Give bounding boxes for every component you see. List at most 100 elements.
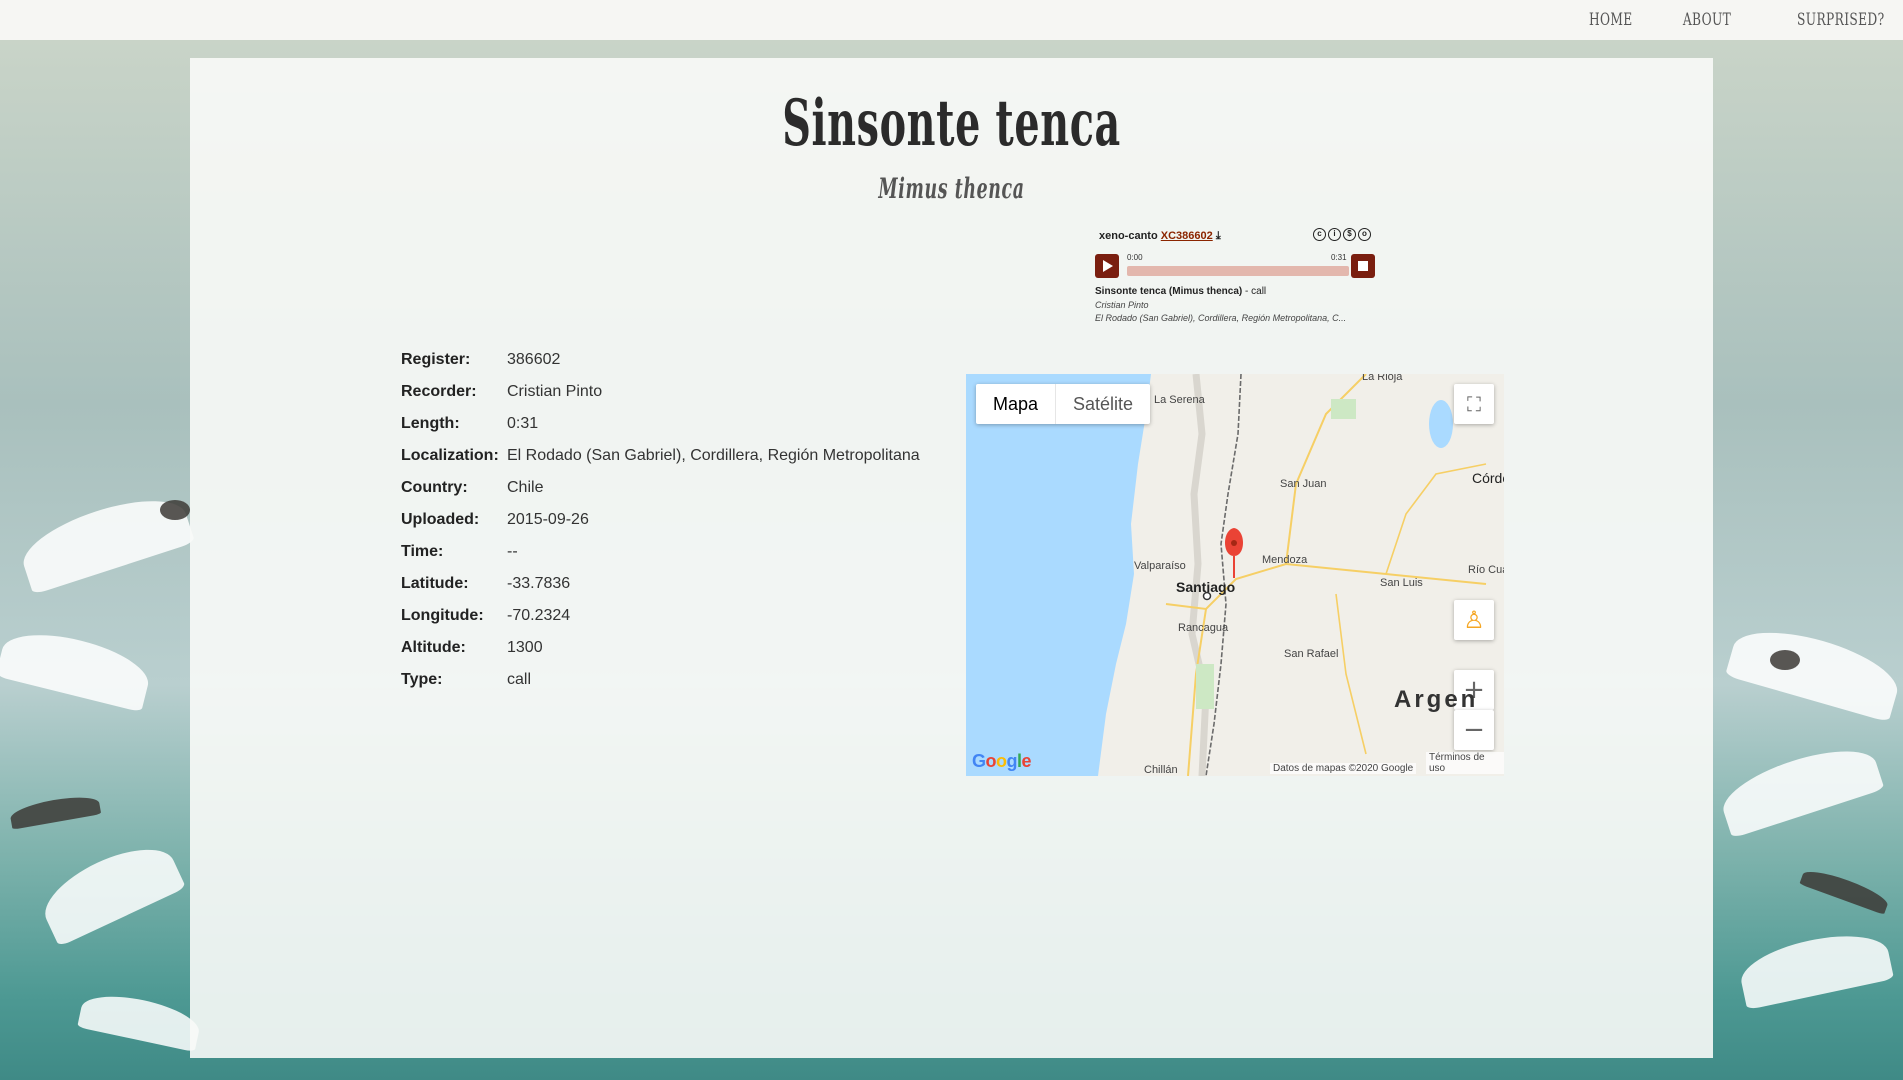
detail-value: -33.7836 — [507, 575, 571, 592]
detail-row-length: Length: 0:31 — [401, 408, 920, 440]
bird-shape — [1799, 865, 1891, 915]
map-country-label: Argenn — [1394, 686, 1504, 714]
map-city-label: La Serena — [1154, 394, 1205, 406]
border-line — [1205, 374, 1242, 776]
bird-shape — [33, 833, 187, 947]
detail-label: Recorder: — [401, 383, 477, 400]
detail-label: Altitude: — [401, 639, 466, 656]
player-type: - call — [1242, 286, 1267, 297]
detail-row-longitude: Longitude: -70.2324 — [401, 600, 920, 632]
content-panel: Sinsonte tenca Mimus thenca xeno-canto X… — [190, 58, 1713, 1058]
map-city-label: San Rafael — [1284, 648, 1339, 660]
mountain-ridge — [1188, 374, 1210, 776]
zoom-out-button[interactable]: − — [1454, 710, 1494, 750]
street-view-pegman-icon[interactable]: ♙ — [1454, 600, 1494, 640]
player-catalog-link[interactable]: XC386602 — [1161, 230, 1213, 242]
by-icon: i — [1328, 228, 1341, 241]
bird-shape — [1735, 925, 1895, 1010]
bird-shape — [1770, 650, 1800, 670]
player-progress-bar[interactable] — [1127, 266, 1349, 276]
stop-button[interactable] — [1351, 254, 1375, 278]
bird-shape — [1715, 736, 1885, 839]
map-city-label: San Luis — [1380, 577, 1423, 589]
map-terms-link[interactable]: Términos de uso — [1426, 752, 1504, 774]
license-icons[interactable]: c i $ o — [1313, 228, 1371, 241]
map-type-map-button[interactable]: Mapa — [976, 384, 1055, 424]
location-map[interactable]: Mapa Satélite ⛶ ♙ + − La Serena La Rioja… — [966, 374, 1504, 776]
play-button[interactable] — [1095, 254, 1119, 278]
species-scientific-name: Mimus thenca — [878, 172, 1025, 205]
map-attribution: Datos de mapas ©2020 Google — [1270, 763, 1417, 774]
player-time-start: 0:00 — [1127, 253, 1143, 262]
bird-shape — [8, 792, 102, 830]
detail-row-recorder: Recorder: Cristian Pinto — [401, 376, 920, 408]
player-location: El Rodado (San Gabriel), Cordillera, Reg… — [1095, 313, 1347, 323]
detail-row-localization: Localization: El Rodado (San Gabriel), Co… — [401, 440, 920, 472]
player-brand: xeno-canto XC386602 ⤓ — [1099, 230, 1221, 243]
detail-value: 0:31 — [507, 415, 539, 432]
park-area — [1331, 399, 1356, 419]
detail-row-country: Country: Chile — [401, 472, 920, 504]
detail-label: Country: — [401, 479, 468, 496]
detail-label: Length: — [401, 415, 460, 432]
map-canvas — [966, 374, 1487, 776]
map-type-satellite-button[interactable]: Satélite — [1055, 384, 1150, 424]
detail-row-uploaded: Uploaded: 2015-09-26 — [401, 504, 920, 536]
player-recordist: Cristian Pinto — [1095, 300, 1149, 310]
sa-icon: o — [1358, 228, 1371, 241]
highway-line — [1335, 593, 1367, 755]
player-brand-name: xeno-canto — [1099, 230, 1158, 242]
map-country-label-head: Argen — [1394, 686, 1479, 713]
fullscreen-icon[interactable]: ⛶ — [1454, 384, 1494, 424]
detail-row-time: Time: -- — [401, 536, 920, 568]
map-city-label: Chillán — [1144, 764, 1178, 776]
ocean-area — [966, 374, 1151, 776]
detail-value: El Rodado (San Gabriel), Cordillera, Reg… — [507, 447, 920, 464]
detail-value: Cristian Pinto — [507, 383, 603, 400]
map-city-label: Rancagua — [1178, 622, 1229, 634]
highway-line — [1385, 463, 1487, 575]
map-type-control: Mapa Satélite — [976, 384, 1151, 424]
audio-player: xeno-canto XC386602 ⤓ c i $ o 0:00 0:31 … — [1095, 224, 1385, 324]
map-city-label: Santiago — [1176, 579, 1236, 595]
nc-icon: $ — [1343, 228, 1356, 241]
detail-label: Time: — [401, 543, 444, 560]
map-city-label: San Juan — [1280, 478, 1327, 490]
detail-label: Uploaded: — [401, 511, 480, 528]
species-common-name: Sinsonte tenca — [782, 86, 1121, 161]
detail-row-register: Register: 386602 — [401, 344, 920, 376]
google-logo[interactable]: Google — [972, 751, 1032, 772]
detail-label: Latitude: — [401, 575, 469, 592]
download-icon[interactable]: ⤓ — [1216, 230, 1221, 242]
lake-area — [1429, 400, 1453, 448]
detail-value: Chile — [507, 479, 544, 496]
map-city-label: Valparaíso — [1134, 560, 1186, 572]
bird-shape — [160, 500, 190, 520]
player-title-line: Sinsonte tenca (Mimus thenca) - call — [1095, 286, 1266, 297]
detail-value: 2015-09-26 — [507, 511, 589, 528]
map-city-label: Córdo — [1472, 470, 1504, 486]
detail-row-altitude: Altitude: 1300 — [401, 632, 920, 664]
detail-value: -- — [507, 543, 518, 560]
detail-value: 386602 — [507, 351, 561, 368]
detail-label: Type: — [401, 671, 443, 688]
bird-shape — [1725, 617, 1903, 723]
recording-details: Register: 386602 Recorder: Cristian Pinto … — [401, 344, 920, 696]
player-title: Sinsonte tenca (Mimus thenca) — [1095, 286, 1243, 297]
park-area — [1196, 664, 1214, 709]
nav-links: HOME ABOUT SURPRISED? — [1572, 10, 1885, 30]
nav-home-link[interactable]: HOME — [1589, 10, 1633, 30]
top-nav: HOME ABOUT SURPRISED? — [0, 0, 1903, 40]
detail-label: Register: — [401, 351, 471, 368]
detail-label: Longitude: — [401, 607, 484, 624]
detail-value: -70.2324 — [507, 607, 571, 624]
bird-shape — [0, 622, 155, 713]
nav-surprised-link[interactable]: SURPRISED? — [1797, 10, 1885, 30]
nav-about-link[interactable]: ABOUT — [1683, 10, 1731, 30]
detail-row-latitude: Latitude: -33.7836 — [401, 568, 920, 600]
map-city-label: La Rioja — [1362, 374, 1403, 383]
bird-shape — [77, 987, 203, 1053]
map-city-label: Mendoza — [1262, 554, 1308, 566]
map-city-label: Río Cua — [1468, 564, 1504, 576]
detail-value: 1300 — [507, 639, 543, 656]
